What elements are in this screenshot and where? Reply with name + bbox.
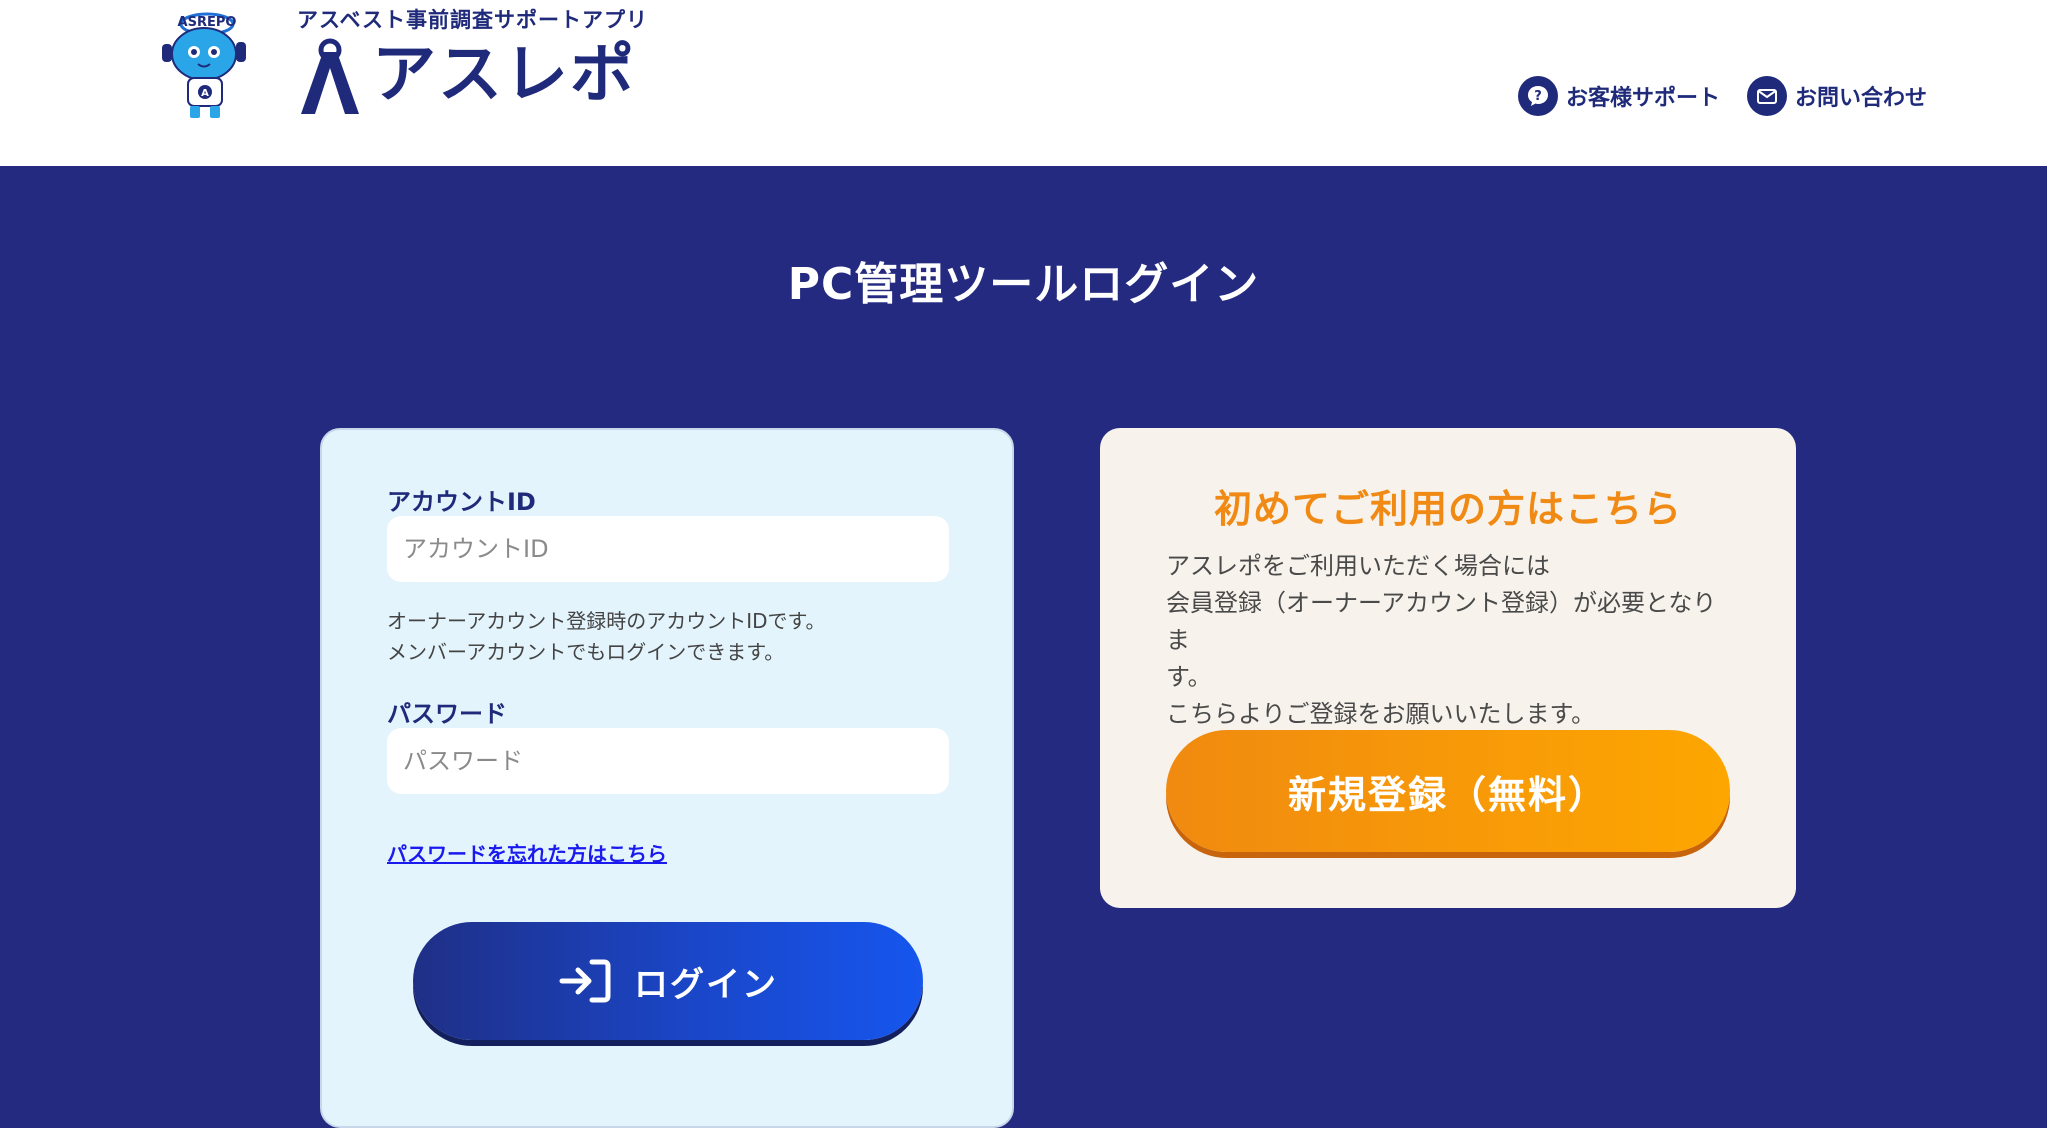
account-id-label: アカウントID: [387, 488, 536, 516]
register-description: アスレポをご利用いただく場合には 会員登録（オーナーアカウント登録）が必要となり…: [1166, 548, 1736, 733]
question-chat-icon: ?: [1518, 76, 1558, 116]
password-label: パスワード: [387, 700, 507, 728]
site-header: ASREPO A アスベスト事前調査サポートアプリ アスレポ ? お客様サポート: [0, 0, 2047, 166]
svg-text:A: A: [201, 88, 209, 99]
contact-label: お問い合わせ: [1795, 86, 1928, 111]
page-title: PC管理ツールログイン: [787, 259, 1260, 310]
login-arrow-icon: [558, 958, 612, 1004]
contact-link[interactable]: お問い合わせ: [1747, 74, 1927, 118]
logo-text: アスレポ: [372, 38, 636, 112]
register-desc-line3: す。: [1166, 663, 1212, 691]
account-hint-line2: メンバーアカウントでもログインできます。: [387, 640, 785, 664]
register-free-button[interactable]: 新規登録（無料）: [1166, 730, 1730, 852]
register-card: 初めてご利用の方はこちら アスレポをご利用いただく場合には 会員登録（オーナーア…: [1100, 428, 1796, 908]
login-button[interactable]: ログイン: [413, 922, 923, 1040]
login-button-label: ログイン: [634, 964, 778, 1005]
mascot-logo: ASREPO A: [162, 12, 246, 118]
register-desc-line2: 会員登録（オーナーアカウント登録）が必要となりま: [1166, 589, 1717, 654]
account-id-input[interactable]: [387, 516, 949, 582]
account-hint-line1: オーナーアカウント登録時のアカウントIDです。: [387, 609, 826, 633]
customer-support-label: お客様サポート: [1566, 86, 1721, 111]
forgot-password-link[interactable]: パスワードを忘れた方はこちら: [387, 838, 667, 867]
customer-support-link[interactable]: ? お客様サポート: [1518, 74, 1720, 118]
login-card: アカウントID オーナーアカウント登録時のアカウントIDです。 メンバーアカウン…: [320, 428, 1014, 1128]
password-input[interactable]: [387, 728, 949, 794]
register-title: 初めてご利用の方はこちら: [1213, 487, 1682, 531]
svg-text:?: ?: [1534, 89, 1542, 104]
mail-icon: [1747, 76, 1787, 116]
register-desc-line4: こちらよりご登録をお願いいたします。: [1166, 700, 1596, 728]
logo-mark-icon: [301, 38, 359, 114]
register-desc-line1: アスレポをご利用いただく場合には: [1166, 552, 1550, 580]
